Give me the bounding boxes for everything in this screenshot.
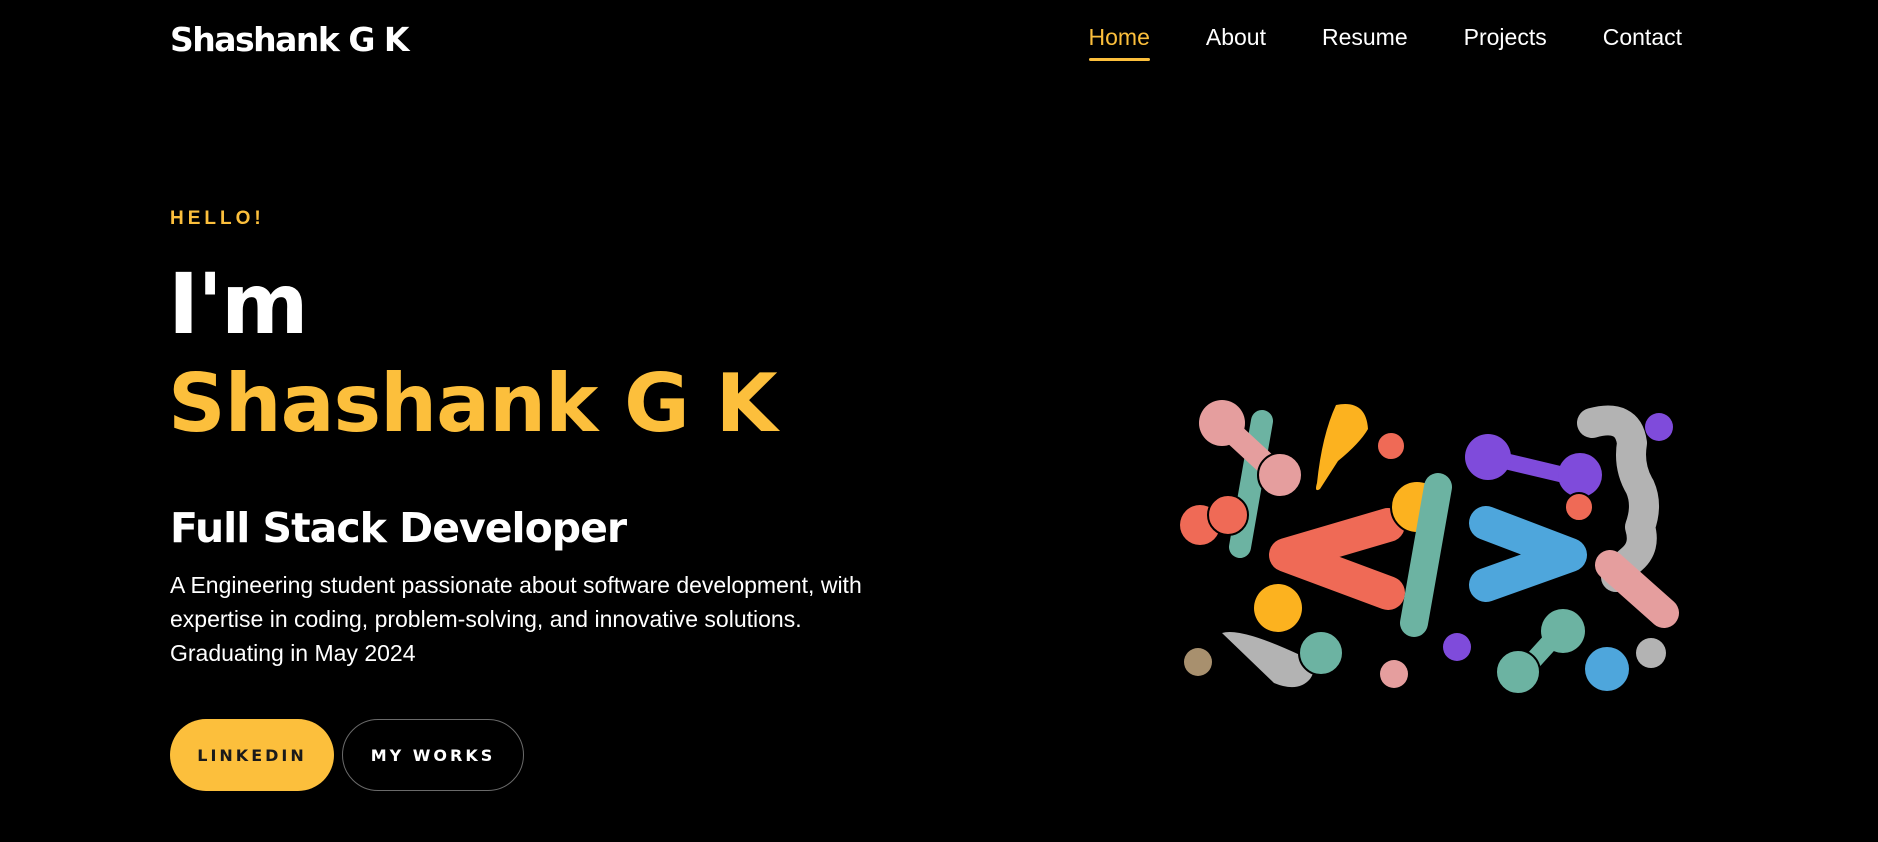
hero-intro: I'm: [168, 255, 308, 353]
page: Shashank G K Home About Resume Projects …: [0, 0, 1878, 842]
shape-purple-blob: [1465, 434, 1511, 480]
site-header: Shashank G K Home About Resume Projects …: [0, 0, 1878, 80]
nav-resume[interactable]: Resume: [1322, 24, 1408, 61]
nav-projects[interactable]: Projects: [1464, 24, 1547, 61]
shape-less-than: [1269, 508, 1405, 610]
hero-greeting: HELLO!: [170, 208, 265, 229]
nav-home[interactable]: Home: [1088, 24, 1151, 61]
nav-contact[interactable]: Contact: [1603, 24, 1682, 61]
hero-role: Full Stack Developer: [170, 504, 627, 552]
main-nav: Home About Resume Projects Contact: [1088, 24, 1682, 61]
hero-description: A Engineering student passionate about s…: [170, 572, 862, 666]
nav-about[interactable]: About: [1206, 24, 1266, 61]
shape-greater-than: [1469, 506, 1587, 602]
linkedin-button[interactable]: LINKEDIN: [170, 719, 334, 791]
shape-yellow-drop: [1316, 404, 1368, 491]
code-tag-icon: [1180, 400, 1679, 695]
hero-name: Shashank G K: [168, 357, 778, 450]
shape-pink-blob: [1199, 400, 1245, 446]
site-logo[interactable]: Shashank G K: [170, 20, 410, 59]
my-works-button[interactable]: MY WORKS: [342, 719, 524, 791]
